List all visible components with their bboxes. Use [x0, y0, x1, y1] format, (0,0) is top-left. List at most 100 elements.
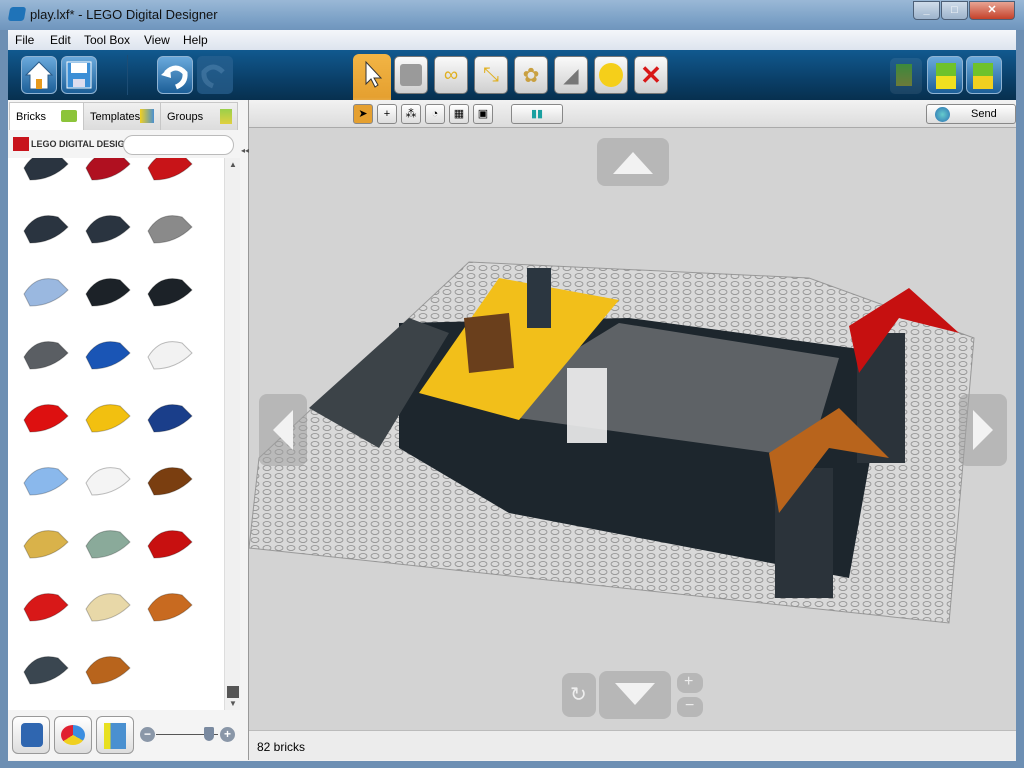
- palette-brick[interactable]: [78, 455, 138, 505]
- palette-brick[interactable]: [78, 329, 138, 379]
- palette-brick[interactable]: [140, 581, 200, 631]
- group-select-button[interactable]: ▮▮: [511, 104, 563, 124]
- subtool-select-connected[interactable]: ⁂: [401, 104, 421, 124]
- home-button[interactable]: [21, 56, 57, 94]
- clone-brick-icon: [400, 64, 422, 86]
- title-bar: play.lxf* - LEGO Digital Designer _ □ ✕: [0, 0, 1024, 30]
- hide-brick-button[interactable]: [12, 716, 50, 754]
- menu-help[interactable]: Help: [183, 33, 208, 47]
- slider-thumb[interactable]: [203, 727, 214, 741]
- clone-tool-button[interactable]: [394, 56, 428, 94]
- zoom-in-button[interactable]: +: [677, 673, 703, 693]
- palette-brick[interactable]: [140, 158, 200, 190]
- close-button[interactable]: ✕: [969, 1, 1015, 20]
- tab-groups[interactable]: Groups: [160, 102, 238, 130]
- brick-viewer-button[interactable]: [96, 716, 134, 754]
- reset-view-button[interactable]: ↻: [562, 673, 596, 717]
- flex-tool-button[interactable]: ✿: [514, 56, 548, 94]
- hinge-align-tool-button[interactable]: ⤡: [474, 56, 508, 94]
- build-mode-button[interactable]: [890, 58, 922, 94]
- building-guide-icon: [973, 63, 993, 89]
- send-button[interactable]: Send: [926, 104, 1016, 124]
- zoom-out-icon[interactable]: −: [140, 727, 155, 742]
- palette-brick[interactable]: [78, 518, 138, 568]
- pan-left-button[interactable]: [259, 394, 307, 466]
- menu-file[interactable]: File: [15, 33, 34, 47]
- palette-brick[interactable]: [78, 266, 138, 316]
- paint-tool-button[interactable]: ◢: [554, 56, 588, 94]
- scene: [248, 261, 975, 624]
- select-cursor-icon: [365, 60, 383, 88]
- cursor-brick-icon: ▦: [453, 108, 465, 120]
- palette-brick[interactable]: [140, 329, 200, 379]
- subtool-select-color-brick[interactable]: ▣: [473, 104, 493, 124]
- status-bar: 82 bricks: [249, 730, 1016, 760]
- undo-button[interactable]: [157, 56, 193, 94]
- minimize-button[interactable]: _: [913, 1, 940, 20]
- subtool-single-select[interactable]: ➤: [353, 104, 373, 124]
- pan-down-button[interactable]: [599, 671, 671, 719]
- cursor-plus-icon: +: [383, 108, 391, 120]
- skeleton: [567, 368, 607, 443]
- pan-up-button[interactable]: [597, 138, 669, 186]
- palette-brick[interactable]: [16, 158, 76, 190]
- zoom-in-icon[interactable]: +: [220, 727, 235, 742]
- palette-brick[interactable]: [16, 329, 76, 379]
- camel-figure: [464, 313, 514, 373]
- redo-button[interactable]: [197, 56, 233, 94]
- menu-edit[interactable]: Edit: [50, 33, 71, 47]
- scroll-up-icon[interactable]: ▲: [229, 160, 237, 169]
- 3d-viewport[interactable]: ↻ + −: [248, 128, 1016, 730]
- subtool-add-select[interactable]: +: [377, 104, 397, 124]
- palette-brick[interactable]: [16, 266, 76, 316]
- arrow-down-icon: [615, 683, 655, 705]
- decoration-tool-button[interactable]: [594, 56, 628, 94]
- palette-brick[interactable]: [16, 644, 76, 694]
- palette-brick[interactable]: [78, 581, 138, 631]
- arrow-up-icon: [613, 152, 653, 174]
- palette-brick[interactable]: [140, 518, 200, 568]
- palette-brick[interactable]: [78, 203, 138, 253]
- cursor-icon: ➤: [358, 108, 368, 120]
- scroll-thumb[interactable]: [227, 686, 239, 698]
- tab-bricks[interactable]: Bricks: [9, 102, 84, 130]
- paint-bucket-icon: ◢: [563, 64, 579, 87]
- brick-search-input[interactable]: [123, 135, 234, 155]
- palette-brick[interactable]: [16, 581, 76, 631]
- zoom-out-button[interactable]: −: [677, 697, 703, 717]
- palette-brick[interactable]: [78, 392, 138, 442]
- color-palette-button[interactable]: [54, 716, 92, 754]
- app-icon: [7, 7, 27, 21]
- brick-viewer-icon: [104, 723, 126, 749]
- palette-brick[interactable]: [78, 158, 138, 190]
- palette-scrollbar[interactable]: ▲ ▼: [224, 158, 240, 710]
- save-button[interactable]: [61, 56, 97, 94]
- hinge-tool-button[interactable]: ∞: [434, 56, 468, 94]
- palette-brick[interactable]: [140, 455, 200, 505]
- scroll-down-icon[interactable]: ▼: [229, 699, 237, 708]
- view-mode-button[interactable]: [927, 56, 963, 94]
- palette-brick[interactable]: [78, 644, 138, 694]
- zoom-slider[interactable]: − +: [140, 726, 236, 744]
- palette-brick[interactable]: [16, 392, 76, 442]
- menu-toolbox[interactable]: Tool Box: [84, 33, 130, 47]
- palette-brick[interactable]: [16, 455, 76, 505]
- tab-label: Templates: [90, 111, 141, 123]
- delete-icon: ✕: [640, 59, 662, 90]
- palette-brick[interactable]: [16, 203, 76, 253]
- delete-tool-button[interactable]: ✕: [634, 56, 668, 94]
- palette-brick[interactable]: [16, 518, 76, 568]
- arrow-left-icon: [273, 410, 293, 450]
- subtool-select-brick[interactable]: ▦: [449, 104, 469, 124]
- tab-templates[interactable]: Templates: [83, 102, 161, 130]
- palette-brick[interactable]: [140, 392, 200, 442]
- tab-label: Groups: [167, 111, 204, 123]
- collapse-panel-button[interactable]: ◂◂: [241, 146, 249, 155]
- palette-brick[interactable]: [140, 266, 200, 316]
- building-guide-button[interactable]: [966, 56, 1002, 94]
- pan-right-button[interactable]: [959, 394, 1007, 466]
- maximize-button[interactable]: □: [941, 1, 968, 20]
- palette-brick[interactable]: [140, 203, 200, 253]
- menu-view[interactable]: View: [144, 33, 170, 47]
- subtool-select-color[interactable]: ◔: [425, 104, 445, 124]
